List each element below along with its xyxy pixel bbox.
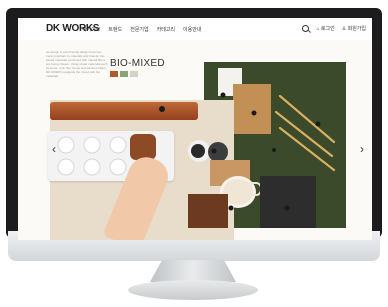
hotspot-card (220, 92, 226, 98)
hotspot-mesh (284, 205, 290, 211)
hotspot-markers (159, 92, 321, 211)
hotspot-dish (211, 148, 217, 154)
monitor-stand (150, 260, 236, 282)
monitor-base (128, 280, 258, 300)
hotspot-mug (228, 205, 234, 211)
screen: DK WORKS 아카이브 트렌드 전문기업 카테고리 이용안내 ⌂ 로그인 ♙… (18, 18, 372, 240)
hotspot-green (272, 148, 276, 152)
hotspot-leather (159, 106, 165, 112)
hotspot-bamboo (315, 121, 321, 127)
hotspot-cork (251, 110, 257, 116)
